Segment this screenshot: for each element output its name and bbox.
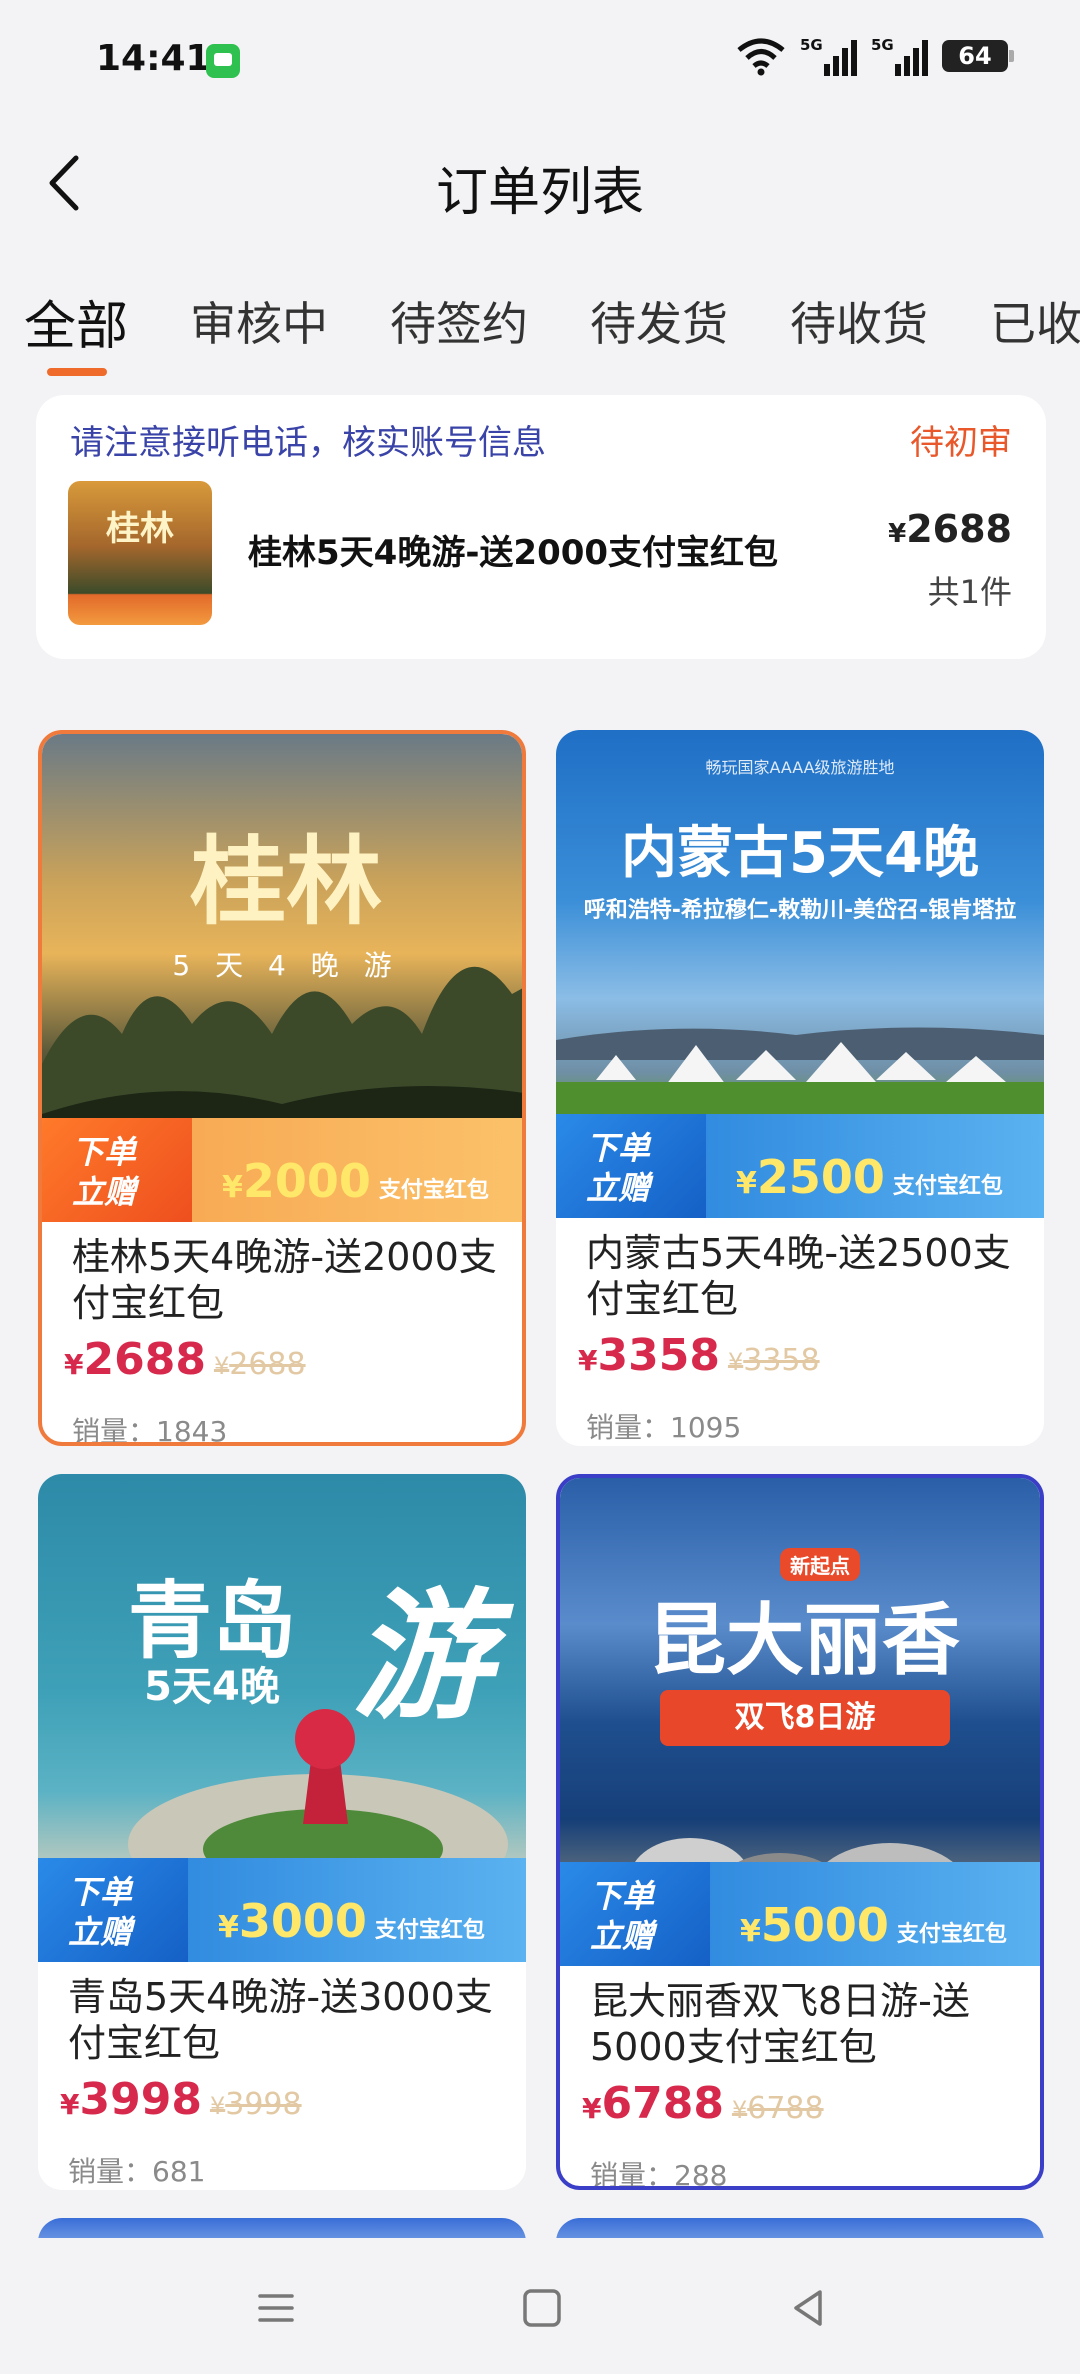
original-price: ¥3998 [209,2087,302,2122]
promo-banner: 下单 立赠 ¥2500 支付宝红包 [556,1114,1044,1218]
product-card-inner-mongolia[interactable]: 畅玩国家AAAA级旅游胜地 内蒙古5天4晚 呼和浩特-希拉穆仁-敕勒川-美岱召-… [556,730,1044,1446]
header: 订单列表 [0,120,1080,250]
order-product-name: 桂林5天4晚游-送2000支付宝红包 [248,533,779,573]
product-image: 青岛 5天4晚 游 下单 立赠 ¥3000 支付宝红包 [38,1474,526,1962]
tab-pending-sign[interactable]: 待签约 [390,288,528,354]
original-price: ¥2688 [213,1347,306,1382]
product-price: ¥2688 ¥2688 [64,1334,306,1385]
order-price: ¥2688 [888,507,1012,551]
product-card-kundalixiang[interactable]: 昆大丽香 新起点 双飞8日游 下单 立赠 ¥5000 支付宝红包 昆大丽香双飞8日游… [556,1474,1044,2190]
product-card-guilin[interactable]: 桂林 5 天 4 晚 游 下单 立赠 ¥2000 支付宝红包 桂林5天4晚游-送20… [38,730,526,1446]
order-item-count: 共1件 [927,573,1012,611]
product-price: ¥6788 ¥6788 [582,2078,824,2129]
product-name: 桂林5天4晚游-送2000支付宝红包 [72,1235,497,1325]
back-icon[interactable] [778,2278,838,2338]
active-tab-indicator [47,368,107,376]
home-icon[interactable] [512,2278,572,2338]
product-card-qingdao[interactable]: 青岛 5天4晚 游 下单 立赠 ¥3000 支付宝红包 青岛5天4晚游-送3000支… [38,1474,526,2190]
tab-all[interactable]: 全部 [24,284,128,359]
product-name: 昆大丽香双飞8日游-送5000支付宝红包 [590,1979,970,2069]
new-start-badge: 新起点 [780,1548,860,1581]
original-price: ¥3358 [727,1343,820,1378]
tab-reviewing[interactable]: 审核中 [190,288,328,354]
product-image: 畅玩国家AAAA级旅游胜地 内蒙古5天4晚 呼和浩特-希拉穆仁-敕勒川-美岱召-… [556,730,1044,1218]
tab-pending-ship[interactable]: 待发货 [590,288,728,354]
order-notice: 请注意接听电话，核实账号信息 [70,423,546,463]
order-status-tabs: 全部 审核中 待签约 待发货 待收货 已收 [0,270,1080,380]
message-notification-icon [206,44,240,78]
product-price: ¥3998 ¥3998 [60,2074,302,2125]
tab-pending-receive[interactable]: 待收货 [790,288,928,354]
product-sales: 销量：288 [590,2159,728,2190]
promo-banner: 下单 立赠 ¥3000 支付宝红包 [38,1858,526,1962]
battery-icon: 64 [942,40,1014,72]
tab-received[interactable]: 已收 [990,288,1080,354]
product-image: 桂林 5 天 4 晚 游 下单 立赠 ¥2000 支付宝红包 [42,734,522,1222]
product-name: 青岛5天4晚游-送3000支付宝红包 [68,1975,493,2065]
signal-5g-icon-2: 5G [871,36,928,76]
page-title: 订单列表 [435,163,644,223]
product-name: 内蒙古5天4晚-送2500支付宝红包 [586,1231,1011,1321]
system-navigation-bar [0,2238,1080,2374]
status-bar: 14:41 5G 5G 64 [0,0,1080,120]
signal-5g-icon: 5G [800,36,857,76]
wifi-icon [736,36,786,76]
original-price: ¥6788 [731,2091,824,2126]
product-image: 昆大丽香 新起点 双飞8日游 下单 立赠 ¥5000 支付宝红包 [560,1478,1040,1966]
status-time: 14:41 [96,38,211,79]
product-price: ¥3358 ¥3358 [578,1330,820,1381]
promo-banner: 下单 立赠 ¥2000 支付宝红包 [42,1118,522,1222]
promo-banner: 下单 立赠 ¥5000 支付宝红包 [560,1862,1040,1966]
order-card[interactable]: 请注意接听电话，核实账号信息 待初审 桂林 桂林5天4晚游-送2000支付宝红包… [36,395,1046,659]
product-sales: 销量：1095 [586,1411,742,1444]
order-status-badge: 待初审 [910,423,1012,463]
product-sales: 销量：1843 [72,1415,228,1446]
menu-icon[interactable] [246,2278,306,2338]
itinerary-label: 双飞8日游 [660,1690,950,1746]
order-thumbnail: 桂林 [68,481,212,625]
product-sales: 销量：681 [68,2155,206,2188]
status-indicators: 5G 5G 64 [736,36,1014,76]
